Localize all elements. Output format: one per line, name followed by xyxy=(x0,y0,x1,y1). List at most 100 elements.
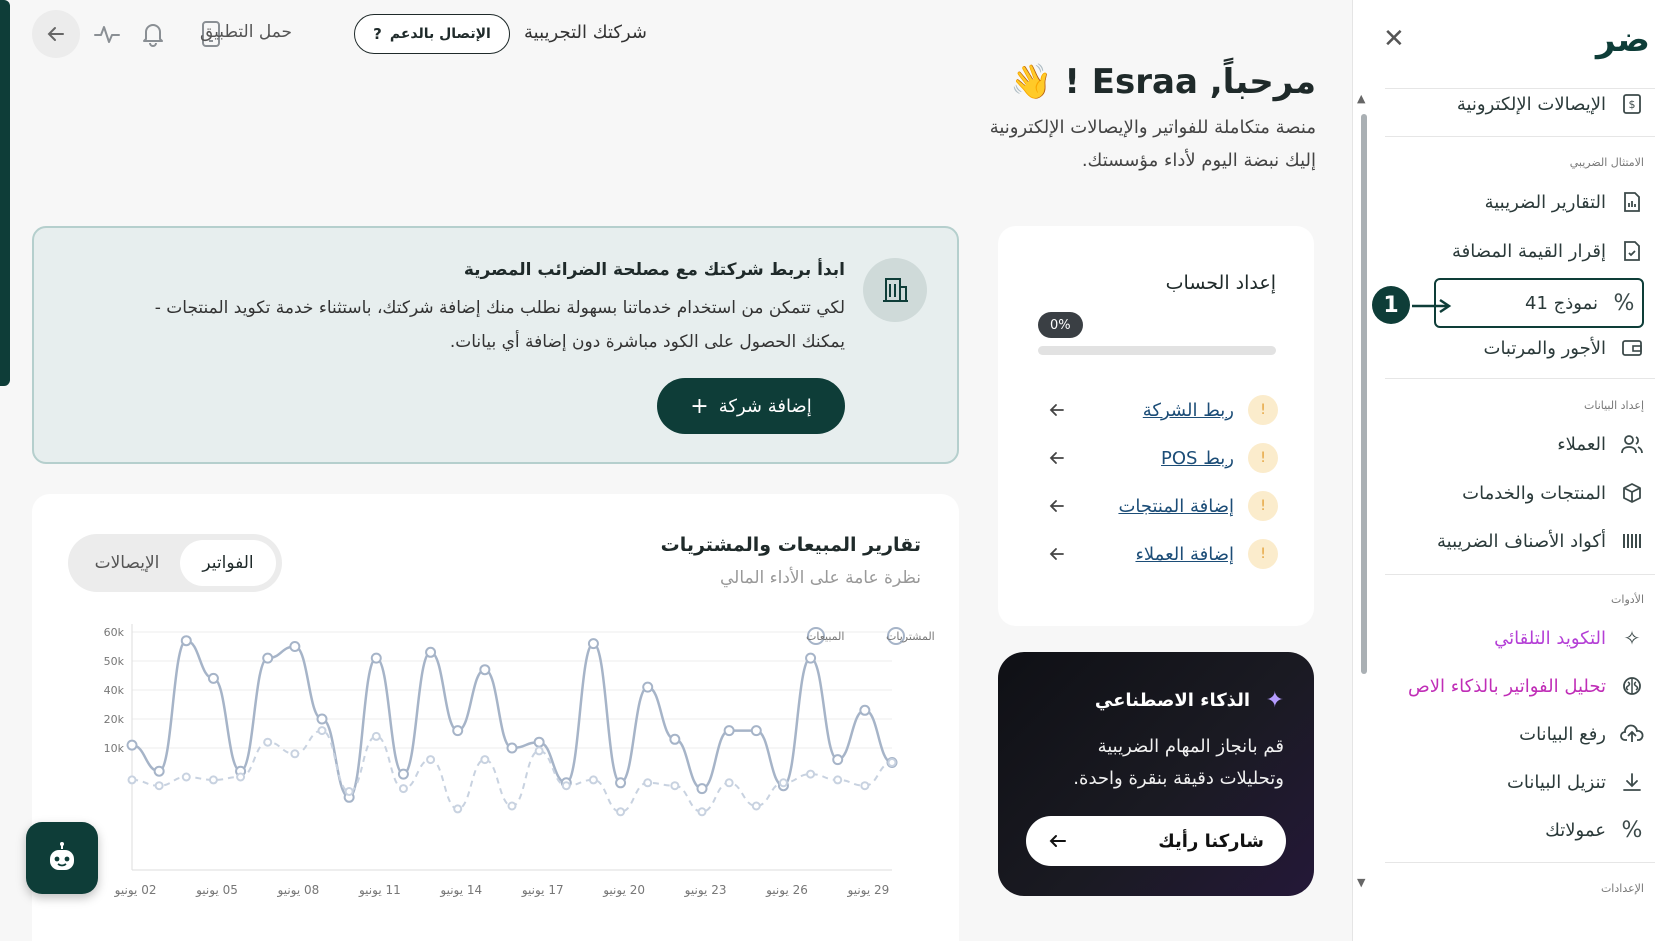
setup-item[interactable]: إضافة العملاء! xyxy=(1048,538,1278,570)
purchases-point xyxy=(290,749,300,759)
setup-item[interactable]: ربط POS! xyxy=(1048,442,1278,474)
welcome-subtitle-2: إليك نبضة اليوم لأداء مؤسستك. xyxy=(1081,150,1316,171)
contact-support-button[interactable]: الإتصال بالدعم ? xyxy=(354,14,510,54)
sidebar-item-payroll[interactable]: الأجور والمرتبات xyxy=(1368,326,1644,370)
svg-text:$: $ xyxy=(1629,98,1636,111)
divider xyxy=(1385,862,1655,863)
add-company-button[interactable]: إضافة شركة + xyxy=(657,378,845,434)
setup-item[interactable]: إضافة المنتجات! xyxy=(1048,490,1278,522)
sales-point xyxy=(425,646,437,658)
sales-point xyxy=(370,652,382,664)
sidebar-item-vat-return[interactable]: إقرار القيمة المضافة xyxy=(1368,229,1644,273)
purchases-point xyxy=(724,778,734,788)
x-tick-label: 02 يونيو xyxy=(114,883,157,898)
sidebar-item-commissions[interactable]: % عمولاتك xyxy=(1368,808,1644,852)
arrow-left-icon xyxy=(1049,452,1064,464)
sidebar-item-tax-codes[interactable]: أكواد الأصناف الضريبية xyxy=(1368,519,1644,563)
sales-point xyxy=(805,652,817,664)
sales-point xyxy=(126,739,138,751)
sidebar-item-label: تنزيل البيانات xyxy=(1506,771,1606,793)
tax-authority-banner: ابدأ بربط شركتك مع مصلحة الضرائب المصرية… xyxy=(32,226,959,464)
download-app-link[interactable]: حمل التطبيق xyxy=(200,22,292,42)
x-tick-label: 17 يونيو xyxy=(521,883,564,898)
ai-card: ✦ الذكاء الاصطناعي قم بانجاز المهام الضر… xyxy=(998,652,1314,896)
purchases-point xyxy=(534,746,544,756)
purchases-point xyxy=(860,781,870,791)
notifications-button[interactable] xyxy=(136,17,170,51)
sidebar-item-upload-data[interactable]: رفع البيانات xyxy=(1368,712,1644,756)
sales-point xyxy=(316,713,328,725)
x-tick-label: 14 يونيو xyxy=(439,883,482,898)
setup-item[interactable]: ربط الشركة! xyxy=(1048,394,1278,426)
sidebar-item-customers[interactable]: العملاء xyxy=(1368,422,1644,466)
add-company-label: إضافة شركة xyxy=(718,395,812,417)
percent-icon: % xyxy=(1621,817,1643,843)
purchases-point xyxy=(833,775,843,785)
purchases-point xyxy=(426,755,436,765)
sidebar-item-tax-reports[interactable]: التقارير الضريبية xyxy=(1368,180,1644,224)
sidebar-scrollbar[interactable] xyxy=(1361,114,1367,674)
purchases-point xyxy=(181,772,191,782)
purchases-point xyxy=(453,804,463,814)
purchases-point xyxy=(208,775,218,785)
arrow-left-icon xyxy=(1049,548,1064,560)
setup-link-company[interactable]: ربط الشركة xyxy=(1143,400,1234,421)
chart-type-toggle: الفواتير الإيصالات xyxy=(68,534,282,592)
purchases-point xyxy=(371,731,381,741)
purchases-point xyxy=(127,775,137,785)
building-icon xyxy=(863,258,927,322)
sidebar-item-label: أكواد الأصناف الضريبية xyxy=(1436,530,1606,552)
sales-purchases-chart-card: تقارير المبيعات والمشتريات نظرة عامة على… xyxy=(32,494,959,941)
sales-point xyxy=(262,652,274,664)
tax-banner-title: ابدأ بربط شركتك مع مصلحة الضرائب المصرية xyxy=(463,260,845,280)
y-tick-label: 10k xyxy=(104,742,125,755)
account-setup-card: إعداد الحساب 0% ربط الشركة! ربط POS! إضا… xyxy=(998,226,1314,626)
sales-point xyxy=(207,672,219,684)
company-selector[interactable]: شركتك التجريبية xyxy=(524,22,647,43)
share-feedback-button[interactable]: شاركنا رأيك xyxy=(1026,816,1286,866)
question-icon: ? xyxy=(373,25,382,43)
sidebar-item-form-41[interactable]: % نموذج 41 xyxy=(1434,278,1644,328)
warning-icon: ! xyxy=(1248,491,1278,521)
x-tick-label: 20 يونيو xyxy=(602,883,645,898)
robot-icon xyxy=(50,842,74,870)
sidebar-item-auto-coding[interactable]: ✧ التكويد التلقائي xyxy=(1368,616,1644,660)
section-title-settings: الإعدادات xyxy=(1600,882,1644,895)
y-tick-label: 20k xyxy=(104,713,125,726)
sidebar-item-ai-invoice-analysis[interactable]: تحليل الفواتير بالذكاء الاص xyxy=(1368,664,1644,708)
sidebar-item-download-data[interactable]: تنزيل البيانات xyxy=(1368,760,1644,804)
x-tick-label: 23 يونيو xyxy=(684,883,727,898)
purchases-point xyxy=(507,801,517,811)
setup-link-products[interactable]: إضافة المنتجات xyxy=(1118,496,1234,517)
activity-button[interactable] xyxy=(90,17,124,51)
toggle-receipts[interactable]: الإيصالات xyxy=(74,540,180,586)
section-title-tax: الامتثال الضريبي xyxy=(1569,156,1644,169)
sales-point xyxy=(533,736,545,748)
back-button[interactable] xyxy=(32,10,80,58)
section-title-data: إعداد البيانات xyxy=(1583,399,1644,412)
arrow-left-icon xyxy=(1049,500,1064,512)
close-icon: ✕ xyxy=(1383,24,1405,54)
sidebar-item-e-receipts[interactable]: $ الإيصالات الإلكترونية xyxy=(1368,82,1644,126)
purchases-point xyxy=(344,787,354,796)
purchases-point xyxy=(616,807,626,817)
sales-point xyxy=(669,733,681,745)
sidebar-item-label: العملاء xyxy=(1557,433,1606,455)
x-tick-label: 29 يونيو xyxy=(847,883,890,898)
scroll-up-arrow[interactable]: ▲ xyxy=(1357,92,1365,105)
scroll-down-arrow[interactable]: ▼ xyxy=(1357,876,1365,889)
toggle-invoices[interactable]: الفواتير xyxy=(180,540,276,586)
setup-link-customers[interactable]: إضافة العملاء xyxy=(1135,544,1234,565)
purchases-point xyxy=(317,726,327,736)
brand-logo[interactable]: ضر xyxy=(1596,20,1650,60)
users-icon xyxy=(1620,432,1644,456)
chart-subtitle: نظرة عامة على الأداء المالي xyxy=(719,568,921,588)
close-sidebar-button[interactable]: ✕ xyxy=(1383,24,1405,54)
left-accent-strip xyxy=(0,0,10,386)
warning-icon: ! xyxy=(1248,539,1278,569)
sidebar-item-products[interactable]: المنتجات والخدمات xyxy=(1368,471,1644,515)
purchases-point xyxy=(398,784,408,794)
chatbot-button[interactable] xyxy=(26,822,98,894)
setup-link-pos[interactable]: ربط POS xyxy=(1161,448,1234,469)
wallet-icon xyxy=(1620,336,1644,360)
